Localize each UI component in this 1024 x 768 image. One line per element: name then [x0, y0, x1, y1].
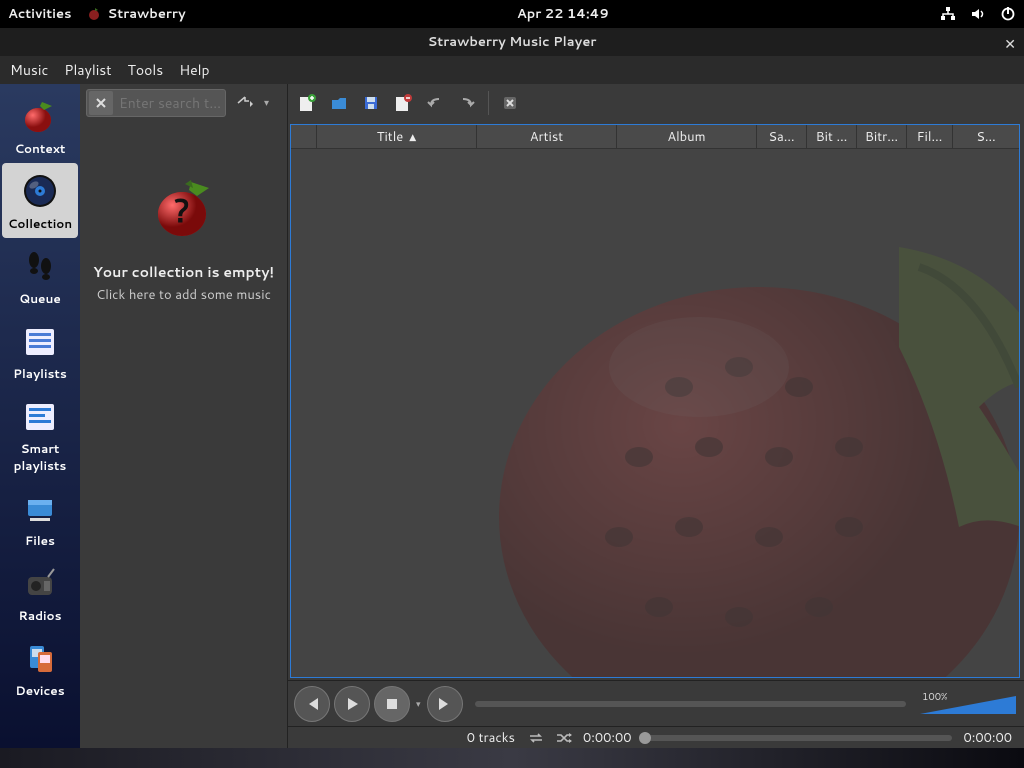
close-tab-button[interactable] — [497, 90, 523, 116]
desktop-background-sliver — [0, 748, 1024, 768]
new-playlist-button[interactable] — [294, 90, 320, 116]
menu-help[interactable]: Help — [179, 60, 209, 80]
radio-icon — [18, 561, 62, 605]
current-app-name[interactable]: Strawberry — [108, 5, 186, 23]
column-filename[interactable]: Fil… — [907, 125, 953, 148]
track-count: 0 tracks — [467, 729, 515, 747]
smart-playlist-icon — [18, 394, 62, 438]
column-source[interactable]: S… — [953, 125, 1019, 148]
sidebar-item-smart-playlists[interactable]: Smart playlists — [2, 388, 78, 480]
files-icon — [18, 486, 62, 530]
play-button[interactable] — [334, 686, 370, 722]
volume-icon[interactable] — [970, 6, 986, 22]
dropdown-caret-icon[interactable]: ▾ — [264, 96, 269, 110]
sidebar-label-radios: Radios — [18, 607, 61, 624]
sidebar-item-devices[interactable]: Devices — [2, 630, 78, 705]
window-title: Strawberry Music Player — [428, 33, 597, 51]
toolbar-separator — [488, 91, 489, 115]
clear-search-button[interactable] — [89, 91, 113, 115]
remove-playlist-button[interactable] — [390, 90, 416, 116]
save-playlist-button[interactable] — [358, 90, 384, 116]
network-icon[interactable] — [940, 6, 956, 22]
center-area: Title▲ Artist Album Sa… Bit … Bitr… Fil…… — [288, 84, 1024, 748]
sidebar-item-context[interactable]: Context — [2, 88, 78, 163]
playlist-toolrow — [288, 84, 1024, 122]
sidebar-item-collection[interactable]: Collection — [2, 163, 78, 238]
position-slider[interactable] — [642, 735, 952, 741]
empty-collection-area[interactable]: ? Your collection is empty! Click here t… — [80, 122, 287, 748]
sidebar-rail: Context Collection Queue Playlists Smart — [0, 84, 80, 748]
footsteps-icon — [18, 244, 62, 288]
menu-tools[interactable]: Tools — [128, 60, 164, 80]
search-box — [86, 89, 226, 117]
sidebar-label-context: Context — [15, 140, 66, 157]
next-button[interactable] — [427, 686, 463, 722]
undo-button[interactable] — [422, 90, 448, 116]
column-samplerate[interactable]: Sa… — [757, 125, 807, 148]
column-play-indicator[interactable] — [291, 125, 317, 148]
collection-pane: ▾ ? Your collection is empty! Click here… — [80, 84, 288, 748]
sidebar-label-smart2: playlists — [14, 457, 67, 474]
shuffle-button[interactable] — [555, 731, 573, 745]
strawberry-question-icon: ? — [149, 172, 219, 242]
activities-button[interactable]: Activities — [8, 5, 72, 23]
sidebar-label-queue: Queue — [19, 290, 61, 307]
menubar: Music Playlist Tools Help — [0, 56, 1024, 84]
strawberry-background-art — [459, 187, 1020, 678]
stop-menu-caret-icon[interactable]: ▾ — [416, 697, 421, 710]
sidebar-label-devices: Devices — [15, 682, 64, 699]
repeat-button[interactable] — [527, 731, 545, 745]
playlist-view[interactable]: Title▲ Artist Album Sa… Bit … Bitr… Fil…… — [290, 124, 1020, 678]
svg-text:?: ? — [173, 188, 189, 233]
column-album[interactable]: Album — [617, 125, 757, 148]
sidebar-label-collection: Collection — [8, 215, 72, 232]
sidebar-label-files: Files — [25, 532, 55, 549]
total-time: 0:00:00 — [964, 729, 1013, 747]
sidebar-item-playlists[interactable]: Playlists — [2, 313, 78, 388]
sidebar-item-radios[interactable]: Radios — [2, 555, 78, 630]
empty-message-bold: Your collection is empty! — [93, 262, 274, 282]
seek-bar[interactable] — [475, 701, 906, 707]
menu-music[interactable]: Music — [10, 60, 48, 80]
column-title[interactable]: Title▲ — [317, 125, 477, 148]
menu-playlist[interactable]: Playlist — [64, 60, 111, 80]
window-titlebar: Strawberry Music Player ✕ — [0, 28, 1024, 56]
sort-asc-icon: ▲ — [409, 130, 416, 143]
empty-message-sub: Click here to add some music — [96, 286, 271, 304]
column-artist[interactable]: Artist — [477, 125, 617, 148]
status-bar: 0 tracks 0:00:00 0:00:00 — [288, 726, 1024, 748]
elapsed-time: 0:00:00 — [583, 729, 632, 747]
search-input[interactable] — [115, 93, 225, 113]
volume-slider[interactable]: 100% — [918, 692, 1018, 716]
sidebar-item-queue[interactable]: Queue — [2, 238, 78, 313]
power-icon[interactable] — [1000, 6, 1016, 22]
vinyl-icon — [18, 169, 62, 213]
sidebar-item-files[interactable]: Files — [2, 480, 78, 555]
collection-toolrow: ▾ — [80, 84, 287, 122]
clock[interactable]: Apr 22 14:49 — [517, 5, 609, 23]
strawberry-app-icon — [86, 6, 102, 22]
sidebar-label-playlists: Playlists — [13, 365, 67, 382]
search-options-button[interactable] — [232, 90, 258, 116]
column-bitrate[interactable]: Bitr… — [857, 125, 907, 148]
sidebar-label-smart1: Smart — [21, 440, 60, 457]
stop-button[interactable] — [374, 686, 410, 722]
playlist-icon — [18, 319, 62, 363]
redo-button[interactable] — [454, 90, 480, 116]
column-headers: Title▲ Artist Album Sa… Bit … Bitr… Fil…… — [291, 125, 1019, 149]
open-playlist-button[interactable] — [326, 90, 352, 116]
devices-icon — [18, 636, 62, 680]
playback-bar: ▾ 100% — [288, 680, 1024, 726]
previous-button[interactable] — [294, 686, 330, 722]
gnome-topbar: Activities Strawberry Apr 22 14:49 — [0, 0, 1024, 28]
strawberry-icon — [18, 94, 62, 138]
window-close-button[interactable]: ✕ — [1004, 34, 1016, 54]
column-bitdepth[interactable]: Bit … — [807, 125, 857, 148]
